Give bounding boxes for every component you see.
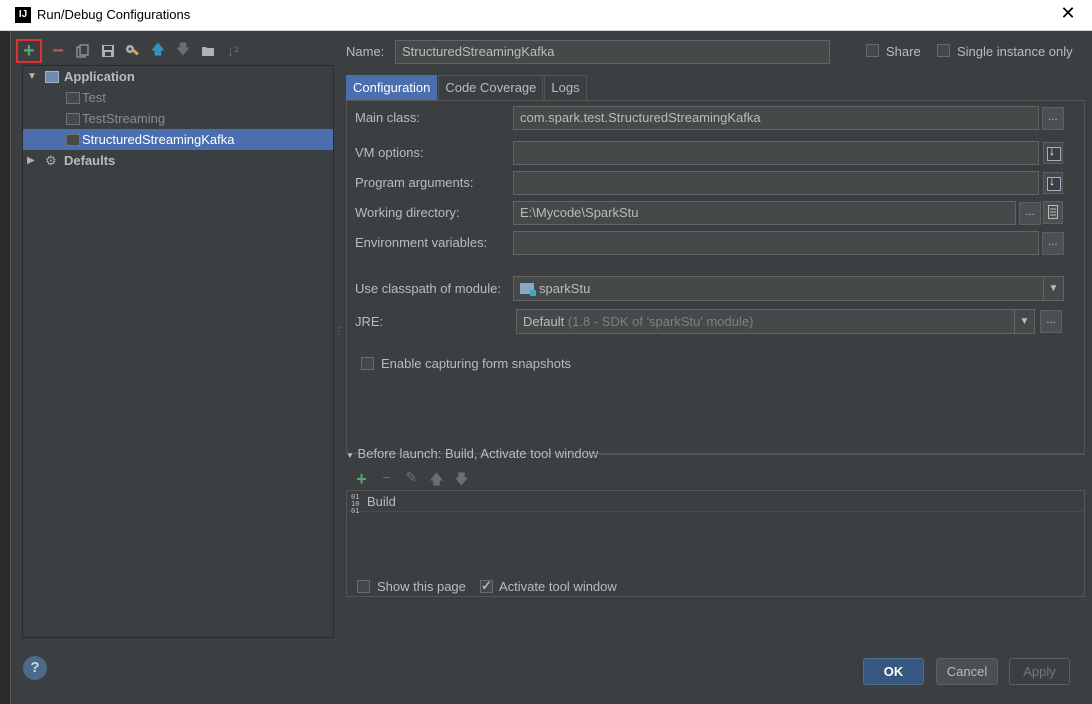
save-configuration-button[interactable] — [97, 40, 119, 62]
application-config-icon — [66, 113, 80, 125]
environment-variables-field[interactable] — [513, 231, 1039, 255]
tab-code-coverage[interactable]: Code Coverage — [438, 75, 544, 100]
insert-macro-button[interactable] — [1043, 201, 1063, 224]
configurations-toolbar: + − 🡅 🡇 ↓² — [16, 39, 247, 63]
jre-hint: (1.8 - SDK of 'sparkStu' module) — [567, 314, 754, 329]
jre-value: Default — [523, 314, 565, 329]
tree-item-structuredstreamingkafka[interactable]: StructuredStreamingKafka — [23, 129, 333, 150]
copy-configuration-button[interactable] — [72, 40, 94, 62]
application-config-icon — [66, 92, 80, 104]
add-icon: + — [23, 40, 35, 62]
tree-node-defaults[interactable]: ▶ ⚙ Defaults — [23, 150, 333, 171]
program-arguments-field[interactable] — [513, 171, 1039, 195]
move-down-button[interactable]: 🡇 — [172, 40, 194, 62]
defaults-wrench-icon: ⚙ — [45, 153, 57, 168]
show-this-page-label[interactable]: Show this page — [377, 579, 466, 594]
vm-options-field[interactable] — [513, 141, 1039, 165]
window-title: Run/Debug Configurations — [37, 7, 191, 22]
cancel-button[interactable]: Cancel — [936, 658, 998, 685]
classpath-module-label: Use classpath of module: — [355, 281, 501, 296]
single-instance-label[interactable]: Single instance only — [957, 44, 1073, 59]
apply-button[interactable]: Apply — [1009, 658, 1070, 685]
enable-snapshots-label[interactable]: Enable capturing form snapshots — [381, 356, 571, 371]
main-class-label: Main class: — [355, 110, 421, 125]
chevron-down-icon: ▼ — [1014, 310, 1034, 333]
move-down-icon: 🡇 — [175, 41, 191, 57]
single-instance-checkbox[interactable] — [937, 44, 950, 57]
module-icon — [520, 283, 536, 296]
remove-icon: − — [52, 39, 64, 62]
configurations-tree: ▼ Application Test TestStreaming Structu… — [22, 65, 334, 638]
activate-tool-window-label[interactable]: Activate tool window — [499, 579, 617, 594]
help-button[interactable]: ? — [23, 656, 47, 680]
section-divider — [591, 454, 1085, 455]
application-icon — [45, 71, 59, 83]
macro-icon — [1048, 205, 1058, 219]
ok-button[interactable]: OK — [863, 658, 924, 685]
run-debug-dialog: + − 🡅 🡇 ↓² ▼ Application Test TestStream… — [10, 31, 1092, 704]
copy-icon — [76, 44, 89, 58]
share-label[interactable]: Share — [886, 44, 921, 59]
background-editor-edge — [0, 31, 10, 704]
show-this-page-checkbox[interactable] — [357, 580, 370, 593]
enable-snapshots-checkbox[interactable] — [361, 357, 374, 370]
working-directory-field[interactable]: E:\Mycode\SparkStu — [513, 201, 1016, 225]
tree-item-teststreaming[interactable]: TestStreaming — [23, 108, 333, 129]
browse-jre-button[interactable]: ... — [1040, 310, 1062, 333]
before-launch-title[interactable]: ▼ Before launch: Build, Activate tool wi… — [346, 446, 598, 461]
tab-logs[interactable]: Logs — [544, 75, 587, 100]
remove-configuration-button[interactable]: − — [47, 40, 69, 62]
tree-node-label: Application — [64, 69, 135, 84]
edit-defaults-button[interactable] — [122, 40, 144, 62]
config-tabs: Configuration Code Coverage Logs — [346, 75, 588, 101]
tree-item-label: Test — [82, 90, 106, 105]
intellij-app-icon: IJ — [15, 7, 31, 23]
classpath-module-dropdown[interactable]: sparkStu ▼ — [513, 276, 1064, 301]
chevron-down-icon: ▼ — [1043, 277, 1063, 300]
tree-node-label: Defaults — [64, 153, 116, 168]
edit-environment-variables-button[interactable]: ... — [1042, 232, 1064, 255]
close-window-button[interactable]: ✕ — [1058, 3, 1078, 27]
title-bar: IJ Run/Debug Configurations ✕ — [0, 0, 1092, 31]
save-icon — [102, 45, 114, 57]
program-arguments-label: Program arguments: — [355, 175, 474, 190]
share-checkbox[interactable] — [866, 44, 879, 57]
tree-item-test[interactable]: Test — [23, 87, 333, 108]
tree-node-application[interactable]: ▼ Application — [23, 66, 333, 87]
build-icon: 01 10 01 — [351, 493, 360, 515]
folder-icon — [202, 47, 214, 56]
tab-configuration[interactable]: Configuration — [346, 75, 438, 100]
expand-program-arguments-button[interactable] — [1043, 172, 1063, 194]
name-label: Name: — [346, 44, 385, 59]
expanded-arrow-icon[interactable]: ▼ — [27, 66, 37, 87]
browse-main-class-button[interactable]: ... — [1042, 107, 1064, 130]
jre-dropdown[interactable]: Default (1.8 - SDK of 'sparkStu' module)… — [516, 309, 1035, 334]
expanded-arrow-icon: ▼ — [346, 451, 354, 460]
main-class-field[interactable]: com.spark.test.StructuredStreamingKafka — [513, 106, 1039, 130]
jre-label: JRE: — [355, 314, 384, 329]
splitter-handle[interactable]: ⋮ — [334, 326, 344, 337]
classpath-module-value: sparkStu — [539, 281, 591, 296]
environment-variables-label: Environment variables: — [355, 235, 488, 250]
create-folder-button[interactable] — [197, 40, 219, 62]
add-configuration-button[interactable]: + — [16, 39, 42, 63]
move-up-icon: 🡅 — [150, 41, 166, 57]
wrench-icon — [126, 45, 139, 56]
application-config-icon — [66, 134, 80, 146]
activate-tool-window-checkbox[interactable] — [480, 578, 493, 594]
sort-button[interactable]: ↓² — [222, 40, 244, 62]
sort-icon: ↓² — [227, 43, 239, 59]
move-up-button[interactable]: 🡅 — [147, 40, 169, 62]
name-field[interactable]: StructuredStreamingKafka — [395, 40, 830, 64]
working-directory-label: Working directory: — [355, 205, 460, 220]
before-launch-label: Before launch: Build, Activate tool wind… — [357, 446, 599, 461]
tree-item-label: TestStreaming — [82, 111, 166, 126]
expand-vm-options-button[interactable] — [1043, 142, 1063, 164]
browse-working-directory-button[interactable]: ... — [1019, 202, 1041, 225]
tree-item-label: StructuredStreamingKafka — [82, 132, 235, 147]
collapsed-arrow-icon[interactable]: ▶ — [27, 150, 35, 171]
list-item[interactable]: 01 10 01 Build — [347, 491, 1084, 515]
vm-options-label: VM options: — [355, 145, 424, 160]
task-label: Build — [367, 494, 396, 509]
